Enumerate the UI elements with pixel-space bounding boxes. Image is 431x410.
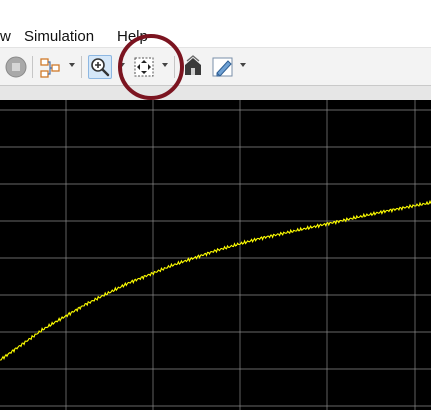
fit-to-view-icon [134, 57, 154, 77]
toolbar-separator [174, 56, 175, 78]
fit-to-view-dropdown[interactable] [162, 63, 168, 67]
style-edit-dropdown[interactable] [240, 63, 246, 67]
toolbar [0, 48, 431, 86]
zoom-in-button[interactable] [88, 55, 112, 79]
restore-view-icon [185, 55, 201, 75]
stop-button[interactable] [4, 55, 28, 79]
toolbar-separator [81, 56, 82, 78]
fit-to-view-button[interactable] [132, 55, 156, 79]
stop-icon [5, 56, 27, 78]
block-diagram-dropdown[interactable] [69, 63, 75, 67]
menu-simulation[interactable]: Simulation [24, 28, 94, 46]
menu-bar: w Simulation Help [0, 0, 431, 48]
zoom-dropdown[interactable] [119, 63, 125, 67]
style-edit-icon [212, 57, 233, 77]
menu-view[interactable]: w [0, 28, 11, 46]
scope-plot[interactable] [0, 100, 431, 410]
block-diagram-icon [40, 58, 60, 78]
plot-background [0, 100, 431, 410]
menu-help[interactable]: Help [117, 28, 148, 46]
toolbar-separator [32, 56, 33, 78]
block-diagram-button[interactable] [38, 55, 62, 79]
restore-view-button[interactable] [181, 55, 205, 79]
style-edit-button[interactable] [211, 55, 235, 79]
zoom-in-icon [91, 58, 110, 77]
